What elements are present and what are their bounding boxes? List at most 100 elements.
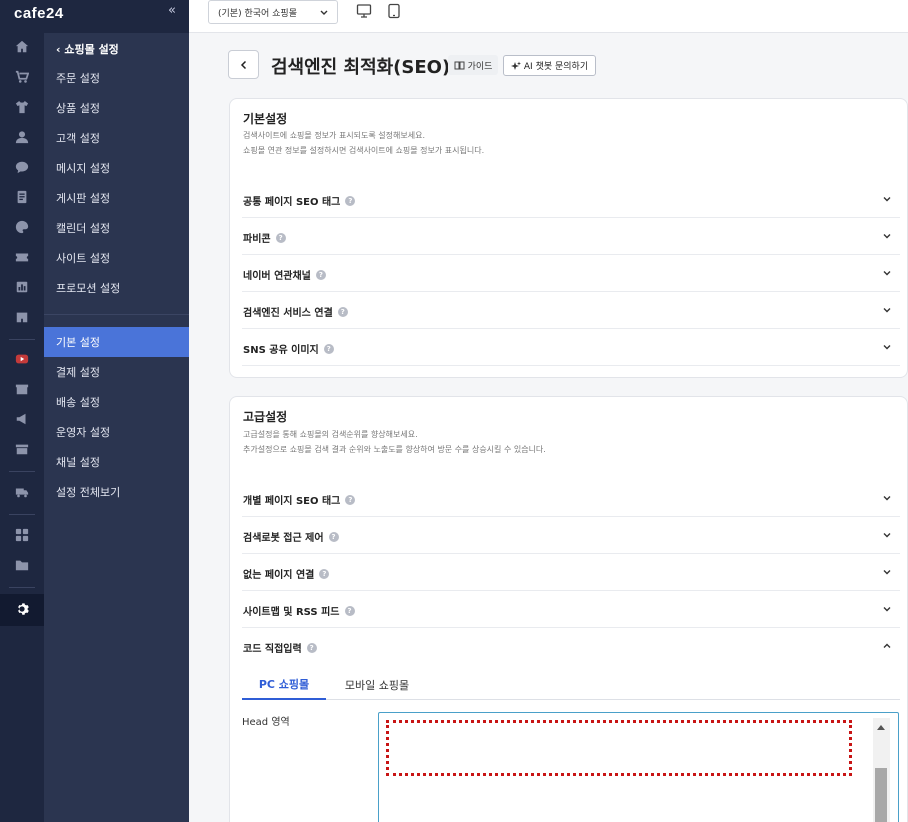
subnav-item-customer[interactable]: 고객 설정: [44, 123, 189, 153]
chat-icon[interactable]: [14, 159, 30, 175]
accordion-label: 공통 페이지 SEO 태그: [243, 197, 341, 208]
page-title: 검색엔진 최적화(SEO): [271, 57, 451, 78]
subnav-item-all-settings[interactable]: 설정 전체보기: [44, 477, 189, 507]
accordion-label: SNS 공유 이미지: [243, 345, 319, 356]
chevron-down-icon: [883, 533, 891, 538]
basic-settings-desc-2: 쇼핑몰 연관 정보를 설정하시면 검색사이트에 쇼핑몰 정보가 표시됩니다.: [243, 146, 485, 155]
guide-button[interactable]: 가이드: [448, 55, 498, 75]
accordion-label: 검색엔진 서비스 연결: [243, 308, 333, 319]
accordion-label: 사이트맵 및 RSS 피드: [243, 607, 340, 618]
palette-icon[interactable]: [14, 219, 30, 235]
help-icon[interactable]: ?: [275, 232, 286, 243]
help-icon[interactable]: ?: [328, 531, 339, 542]
accordion-label: 파비콘: [243, 234, 271, 245]
subnav-item-product[interactable]: 상품 설정: [44, 93, 189, 123]
scroll-thumb[interactable]: [875, 768, 887, 822]
help-icon[interactable]: ?: [337, 306, 348, 317]
folder-icon[interactable]: [14, 557, 30, 573]
shop-icon[interactable]: [14, 441, 30, 457]
accordion-sitemap-rss[interactable]: 사이트맵 및 RSS 피드?: [242, 591, 900, 628]
help-icon[interactable]: ?: [345, 195, 356, 206]
help-icon[interactable]: ?: [306, 642, 317, 653]
tab-mobile-shop[interactable]: 모바일 쇼핑몰: [332, 670, 422, 700]
accordion-naver-channel[interactable]: 네이버 연관채널?: [242, 255, 900, 292]
apps-icon[interactable]: [14, 527, 30, 543]
advanced-settings-desc-2: 추가설정으로 쇼핑몰 검색 결과 순위와 노출도를 향상하여 방문 수를 상승시…: [243, 445, 546, 454]
advanced-settings-desc-1: 고급설정을 통해 쇼핑몰의 검색순위를 향상해보세요.: [243, 430, 418, 439]
home-icon[interactable]: [14, 39, 30, 55]
accordion-label: 코드 직접입력: [243, 644, 302, 655]
accordion-search-engine-link[interactable]: 검색엔진 서비스 연결?: [242, 292, 900, 329]
ai-chatbot-button[interactable]: AI 챗봇 문의하기: [503, 55, 596, 76]
accordion-robot-access[interactable]: 검색로봇 접근 제어?: [242, 517, 900, 554]
accordion-missing-page[interactable]: 없는 페이지 연결?: [242, 554, 900, 591]
shop-select-value: (기본) 한국어 쇼핑몰: [218, 8, 297, 19]
basic-settings-title: 기본설정: [243, 112, 288, 126]
chevron-down-icon: [883, 607, 891, 612]
chevron-down-icon: [883, 234, 891, 239]
subnav-title[interactable]: ‹ 쇼핑몰 설정: [56, 41, 119, 57]
chart-icon[interactable]: [14, 279, 30, 295]
back-button[interactable]: [228, 50, 259, 79]
accordion-direct-code[interactable]: 코드 직접입력?: [242, 628, 900, 665]
truck-icon[interactable]: [14, 484, 30, 500]
accordion-common-seo-tags[interactable]: 공통 페이지 SEO 태그?: [242, 181, 900, 218]
advanced-settings-title: 고급설정: [243, 410, 288, 424]
chevron-down-icon: [883, 570, 891, 575]
desktop-icon[interactable]: [356, 3, 372, 19]
scroll-up-arrow-icon[interactable]: [877, 725, 885, 730]
rail-divider: [9, 514, 35, 515]
head-area-label: Head 영역: [242, 717, 290, 728]
tab-pc-shop[interactable]: PC 쇼핑몰: [242, 670, 326, 700]
help-icon[interactable]: ?: [344, 605, 355, 616]
tablet-icon[interactable]: [386, 3, 402, 19]
coupon-icon[interactable]: [14, 249, 30, 265]
cart-icon[interactable]: [14, 69, 30, 85]
accordion-sns-share-image[interactable]: SNS 공유 이미지?: [242, 329, 900, 366]
chevron-down-icon: [883, 271, 891, 276]
subnav-item-calendar[interactable]: 캘린더 설정: [44, 213, 189, 243]
box-icon[interactable]: [14, 381, 30, 397]
chevron-down-icon: [883, 496, 891, 501]
chevron-left-icon: [240, 60, 246, 69]
subnav-item-message[interactable]: 메시지 설정: [44, 153, 189, 183]
code-tabs: PC 쇼핑몰 모바일 쇼핑몰: [242, 670, 900, 700]
shop-select-dropdown[interactable]: (기본) 한국어 쇼핑몰: [208, 0, 338, 24]
rail-divider: [9, 587, 35, 588]
help-icon[interactable]: ?: [319, 568, 330, 579]
subnav-item-payment[interactable]: 결제 설정: [44, 357, 189, 387]
accordion-label: 네이버 연관채널: [243, 271, 311, 282]
accordion-favicon[interactable]: 파비콘?: [242, 218, 900, 255]
accordion-page-seo-tags[interactable]: 개별 페이지 SEO 태그?: [242, 480, 900, 517]
gear-icon[interactable]: [14, 601, 30, 617]
rail-divider: [9, 339, 35, 340]
shirt-icon[interactable]: [14, 99, 30, 115]
subnav-item-shipping[interactable]: 배송 설정: [44, 387, 189, 417]
subnav-item-board[interactable]: 게시판 설정: [44, 183, 189, 213]
highlight-box: [386, 720, 852, 776]
subnav-item-order[interactable]: 주문 설정: [44, 63, 189, 93]
person-icon[interactable]: [14, 129, 30, 145]
accordion-label: 개별 페이지 SEO 태그: [243, 496, 341, 507]
help-icon[interactable]: ?: [323, 343, 334, 354]
store-icon[interactable]: [14, 309, 30, 325]
help-icon[interactable]: ?: [345, 494, 356, 505]
book-icon: [454, 61, 465, 69]
board-icon[interactable]: [14, 189, 30, 205]
rail-divider: [9, 471, 35, 472]
chevron-up-icon: [883, 643, 891, 648]
cafe24-logo[interactable]: cafe24: [14, 5, 64, 22]
megaphone-icon[interactable]: [14, 411, 30, 427]
accordion-label: 검색로봇 접근 제어: [243, 533, 324, 544]
collapse-menu-button[interactable]: «: [168, 3, 176, 18]
chevron-down-icon: [320, 10, 328, 15]
help-icon[interactable]: ?: [315, 269, 326, 280]
subnav-item-promotion[interactable]: 프로모션 설정: [44, 273, 189, 303]
subnav-item-operator[interactable]: 운영자 설정: [44, 417, 189, 447]
subnav-item-channel[interactable]: 채널 설정: [44, 447, 189, 477]
youtube-icon[interactable]: [14, 351, 30, 367]
subnav-divider: [44, 314, 189, 315]
subnav-item-basic[interactable]: 기본 설정: [44, 327, 189, 357]
ai-chatbot-label: AI 챗봇 문의하기: [523, 62, 589, 72]
subnav-item-site[interactable]: 사이트 설정: [44, 243, 189, 273]
